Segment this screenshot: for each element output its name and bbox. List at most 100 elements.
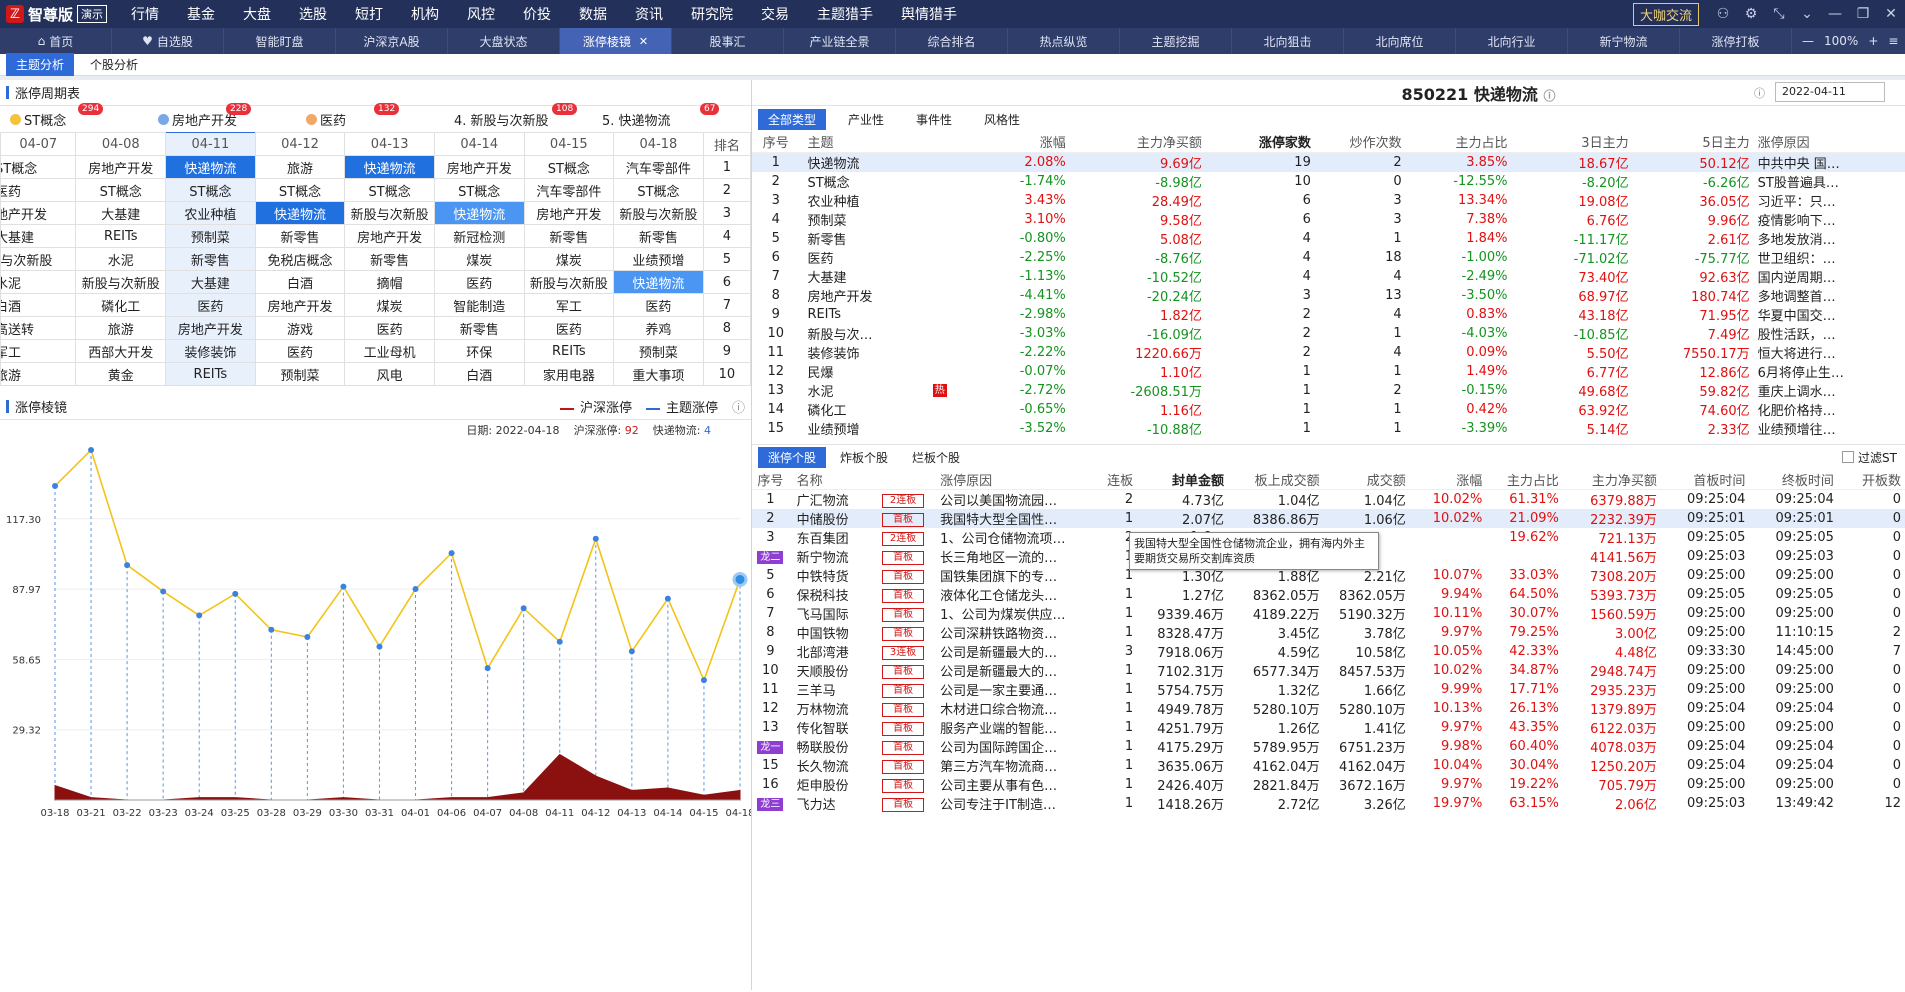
- tab-item[interactable]: 智能盯盘: [224, 28, 336, 54]
- menu-item[interactable]: 机构: [397, 4, 453, 24]
- stock-col-header[interactable]: 涨幅: [1409, 469, 1487, 490]
- cycle-theme-cell[interactable]: 预制菜: [254, 362, 346, 386]
- cycle-theme-cell[interactable]: ST概念: [344, 178, 435, 202]
- restore-icon[interactable]: ❐: [1849, 6, 1877, 22]
- cycle-theme-cell[interactable]: 煤炭: [433, 247, 525, 271]
- type-tab[interactable]: 事件性: [906, 109, 962, 130]
- cycle-theme-cell[interactable]: 预制菜: [165, 224, 256, 248]
- menu-item[interactable]: 大盘: [229, 4, 285, 24]
- stock-col-header[interactable]: 首板时间: [1660, 469, 1750, 490]
- stock-col-header[interactable]: [873, 469, 937, 490]
- tab-item[interactable]: 涨停打板: [1680, 28, 1792, 54]
- cycle-theme-cell[interactable]: 医药: [433, 270, 525, 294]
- tab-item[interactable]: 涨停棱镜 ✕: [560, 28, 672, 54]
- cycle-theme-cell[interactable]: 高送转: [0, 316, 77, 340]
- tab-item[interactable]: ⌂ 首页: [0, 28, 112, 54]
- cycle-theme-cell[interactable]: 新零售: [344, 247, 435, 271]
- cycle-theme-cell[interactable]: 房地产开发: [165, 316, 256, 340]
- tab-item[interactable]: 北向狙击: [1232, 28, 1344, 54]
- tab-item[interactable]: 产业链全景: [784, 28, 896, 54]
- cycle-theme-cell[interactable]: ST概念: [0, 155, 77, 179]
- filter-st[interactable]: 过滤ST: [1842, 449, 1897, 466]
- cycle-date-header[interactable]: 04-15: [523, 132, 615, 156]
- cycle-theme-cell[interactable]: 新零售: [254, 224, 346, 248]
- cycle-theme-cell[interactable]: 摘帽: [344, 270, 435, 294]
- cycle-date-header[interactable]: 排名: [702, 132, 752, 156]
- cycle-theme-cell[interactable]: 快递物流: [344, 155, 435, 179]
- cycle-theme-cell[interactable]: 重大事项: [613, 362, 704, 386]
- top-theme[interactable]: 5. 快递物流 67: [592, 102, 740, 129]
- cycle-theme-cell[interactable]: 医药: [613, 293, 704, 317]
- tab-item[interactable]: 沪深京A股: [336, 28, 448, 54]
- cycle-theme-cell[interactable]: 水泥: [75, 247, 167, 271]
- theme-row[interactable]: 12 民爆 -0.07% 1.10亿 1 1 1.49% 6.77亿 12.86亿 6月将停止生…: [752, 362, 1905, 381]
- cycle-theme-cell[interactable]: 煤炭: [523, 247, 615, 271]
- cycle-theme-cell[interactable]: ST概念: [433, 178, 525, 202]
- theme-row[interactable]: 10 新股与次… -3.03% -16.09亿 2 1 -4.03% -10.85亿 7.49亿…: [752, 324, 1905, 343]
- cycle-theme-cell[interactable]: REITs: [165, 362, 256, 386]
- close-icon[interactable]: ✕: [1877, 6, 1905, 22]
- app-logo[interactable]: ℤ 智尊版 演示: [0, 4, 117, 25]
- cycle-date-header[interactable]: 04-07: [0, 132, 77, 156]
- theme-row[interactable]: 5 新零售 -0.80% 5.08亿 4 1 1.84% -11.17亿 2.61亿 多地发放消…: [752, 229, 1905, 248]
- stock-row[interactable]: 12 万林物流 首板 木材进口综合物流… 1 4949.78万 5280.10万 5280.1…: [752, 699, 1905, 718]
- cycle-theme-cell[interactable]: 预制菜: [613, 339, 704, 363]
- theme-row[interactable]: 2 ST概念 -1.74% -8.98亿 10 0 -12.55% -8.20亿 -6.26亿 S…: [752, 172, 1905, 191]
- stock-col-header[interactable]: 连板: [1089, 469, 1138, 490]
- cycle-theme-cell[interactable]: 免税店概念: [254, 247, 346, 271]
- theme-row[interactable]: 11 装修装饰 -2.22% 1220.66万 2 4 0.09% 5.50亿 7550.17万…: [752, 343, 1905, 362]
- menu-item[interactable]: 舆情猎手: [887, 4, 971, 24]
- cycle-theme-cell[interactable]: 农业种植: [165, 201, 256, 225]
- tab-item[interactable]: 大盘状态: [448, 28, 560, 54]
- type-tab[interactable]: 产业性: [838, 109, 894, 130]
- cycle-theme-cell[interactable]: 大基建: [75, 201, 167, 225]
- cycle-theme-cell[interactable]: 房地产开发: [344, 224, 435, 248]
- menu-item[interactable]: 行情: [117, 4, 173, 24]
- cycle-theme-cell[interactable]: 新股与次新股: [523, 270, 615, 294]
- cycle-date-header[interactable]: 04-14: [433, 132, 525, 156]
- cycle-theme-cell[interactable]: 风电: [344, 362, 435, 386]
- theme-col-header[interactable]: 主力净买额: [1069, 132, 1206, 153]
- stock-row[interactable]: 13 传化智联 首板 服务产业端的智能… 1 4251.79万 1.26亿 1.41亿 9.97…: [752, 718, 1905, 737]
- top-theme[interactable]: 医药 132: [296, 102, 444, 129]
- stock-row[interactable]: 8 中国铁物 首板 公司深耕铁路物资… 1 8328.47万 3.45亿 3.78亿 9.97%…: [752, 623, 1905, 642]
- theme-row[interactable]: 15 业绩预增 -3.52% -10.88亿 1 1 -3.39% 5.14亿 2.33亿 业绩预…: [752, 419, 1905, 438]
- cycle-theme-cell[interactable]: 旅游: [0, 362, 77, 386]
- cycle-theme-cell[interactable]: 智能制造: [433, 293, 525, 317]
- menu-item[interactable]: 选股: [285, 4, 341, 24]
- stock-row[interactable]: 6 保税科技 首板 液体化工仓储龙头… 1 1.27亿 8362.05万 8362.05万 9.…: [752, 585, 1905, 604]
- tab-list-icon[interactable]: ≡: [1888, 34, 1898, 48]
- cycle-theme-cell[interactable]: 旅游: [254, 155, 346, 179]
- menu-item[interactable]: 风控: [453, 4, 509, 24]
- tab-item[interactable]: 主题挖掘: [1120, 28, 1232, 54]
- tab-item[interactable]: 新宁物流: [1568, 28, 1680, 54]
- type-tab[interactable]: 全部类型: [758, 108, 827, 130]
- theme-row[interactable]: 7 大基建 -1.13% -10.52亿 4 4 -2.49% 73.40亿 92.63亿 国内逆…: [752, 267, 1905, 286]
- cycle-theme-cell[interactable]: 新股与次新股: [75, 270, 167, 294]
- stock-row[interactable]: 龙三 飞力达 首板 公司专注于IT制造… 1 1418.26万 2.72亿 3.26亿 19.9…: [752, 794, 1905, 813]
- cycle-theme-cell[interactable]: 新零售: [613, 224, 704, 248]
- cycle-theme-cell[interactable]: 医药: [523, 316, 615, 340]
- cycle-theme-cell[interactable]: 医药: [0, 178, 77, 202]
- cycle-theme-cell[interactable]: 房地产开发: [75, 155, 167, 179]
- cycle-theme-cell[interactable]: REITs: [75, 224, 167, 248]
- cycle-theme-cell[interactable]: 医药: [344, 316, 435, 340]
- theme-col-header[interactable]: 炒作次数: [1314, 132, 1406, 153]
- cycle-theme-cell[interactable]: 新零售: [523, 224, 615, 248]
- menu-item[interactable]: 短打: [341, 4, 397, 24]
- cycle-theme-cell[interactable]: 白酒: [0, 293, 77, 317]
- stock-col-header[interactable]: 封单金额: [1137, 469, 1228, 490]
- stock-row[interactable]: 龙一 畅联股份 首板 公司为国际跨国企… 1 4175.29万 5789.95万 6751.2…: [752, 737, 1905, 756]
- theme-col-header[interactable]: 主力占比: [1405, 132, 1512, 153]
- prism-chart[interactable]: 29.32 58.65 87.97 117.30 03-18 03-21 03-22 03-2…: [0, 440, 751, 828]
- tab-item[interactable]: 北向席位: [1344, 28, 1456, 54]
- cycle-theme-cell[interactable]: ST概念: [613, 178, 704, 202]
- user-icon[interactable]: ⚇: [1709, 6, 1737, 22]
- cycle-theme-cell[interactable]: 新冠检测: [433, 224, 525, 248]
- cycle-theme-cell[interactable]: 旅游: [75, 316, 167, 340]
- cycle-theme-cell[interactable]: 军工: [523, 293, 615, 317]
- menu-item[interactable]: 研究院: [677, 4, 747, 24]
- cycle-theme-cell[interactable]: 医药: [165, 293, 256, 317]
- cycle-theme-cell[interactable]: 新零售: [165, 247, 256, 271]
- cycle-theme-cell[interactable]: 新股与次新股: [613, 201, 704, 225]
